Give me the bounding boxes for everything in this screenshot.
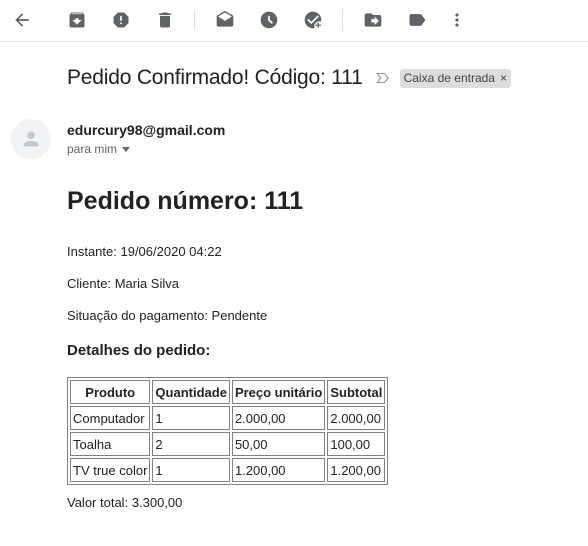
cell-product: Computador	[70, 406, 151, 430]
avatar[interactable]	[11, 119, 51, 159]
label-button[interactable]	[402, 5, 432, 35]
column-header-subtotal: Subtotal	[327, 380, 386, 404]
toolbar-divider	[342, 10, 343, 30]
order-total: Valor total: 3.300,00	[67, 495, 183, 510]
cell-product: Toalha	[70, 432, 151, 456]
cell-unit-price: 1.200,00	[231, 458, 326, 482]
delete-button[interactable]	[150, 5, 180, 35]
remove-label-icon[interactable]: ×	[500, 71, 507, 85]
report-spam-button[interactable]	[106, 5, 136, 35]
cell-quantity: 1	[152, 458, 230, 482]
more-options-icon	[455, 13, 459, 27]
toolbar-divider	[194, 10, 195, 30]
snooze-button[interactable]	[254, 5, 284, 35]
order-client: Cliente: Maria Silva	[67, 276, 179, 291]
archive-button[interactable]	[62, 5, 92, 35]
add-to-tasks-icon	[304, 11, 322, 29]
cell-unit-price: 2.000,00	[231, 406, 326, 430]
column-header-unit-price: Preço unitário	[231, 380, 326, 404]
table-row: Computador 1 2.000,00 2.000,00	[70, 406, 386, 430]
person-icon	[23, 131, 39, 147]
cell-subtotal: 1.200,00	[327, 458, 386, 482]
snooze-icon	[260, 11, 278, 29]
column-header-product: Produto	[70, 380, 151, 404]
delete-icon	[159, 12, 171, 28]
move-to-icon	[364, 13, 382, 27]
cell-quantity: 1	[152, 406, 230, 430]
order-title: Pedido número: 111	[67, 187, 304, 215]
mark-as-unread-button[interactable]	[210, 5, 240, 35]
table-header-row: Produto Quantidade Preço unitário Subtot…	[70, 380, 386, 404]
add-to-tasks-button[interactable]	[298, 5, 328, 35]
cell-unit-price: 50,00	[231, 432, 326, 456]
sender-email[interactable]: edurcury98@gmail.com	[67, 122, 225, 138]
order-details-title: Detalhes do pedido:	[67, 342, 211, 359]
email-subject: Pedido Confirmado! Código: 111	[67, 66, 363, 89]
cell-subtotal: 2.000,00	[327, 406, 386, 430]
chevron-down-icon	[122, 146, 131, 152]
column-header-quantity: Quantidade	[152, 380, 230, 404]
mark-as-unread-icon	[216, 10, 234, 27]
more-options-button[interactable]	[442, 5, 472, 35]
subject-row: Pedido Confirmado! Código: 111 Caixa de …	[67, 64, 511, 92]
back-icon	[15, 13, 29, 27]
table-row: TV true color 1 1.200,00 1.200,00	[70, 458, 386, 482]
toolbar	[0, 0, 588, 42]
move-to-button[interactable]	[358, 5, 388, 35]
email-body: Pedido número: 111	[67, 187, 303, 216]
inbox-label-text: Caixa de entrada	[403, 71, 495, 85]
cell-quantity: 2	[152, 432, 230, 456]
recipient-details-toggle[interactable]: para mim	[67, 142, 131, 156]
cell-product: TV true color	[70, 458, 151, 482]
label-icon	[409, 14, 426, 26]
archive-icon	[69, 12, 85, 28]
important-marker-icon[interactable]	[374, 69, 392, 87]
recipient-text: para mim	[67, 142, 118, 156]
order-table: Produto Quantidade Preço unitário Subtot…	[67, 377, 389, 485]
table-row: Toalha 2 50,00 100,00	[70, 432, 386, 456]
order-payment-status: Situação do pagamento: Pendente	[67, 308, 268, 323]
back-button[interactable]	[7, 5, 37, 35]
report-spam-icon	[113, 12, 129, 28]
cell-subtotal: 100,00	[327, 432, 386, 456]
inbox-label-chip: Caixa de entrada ×	[399, 68, 511, 88]
order-instant: Instante: 19/06/2020 04:22	[67, 244, 222, 259]
